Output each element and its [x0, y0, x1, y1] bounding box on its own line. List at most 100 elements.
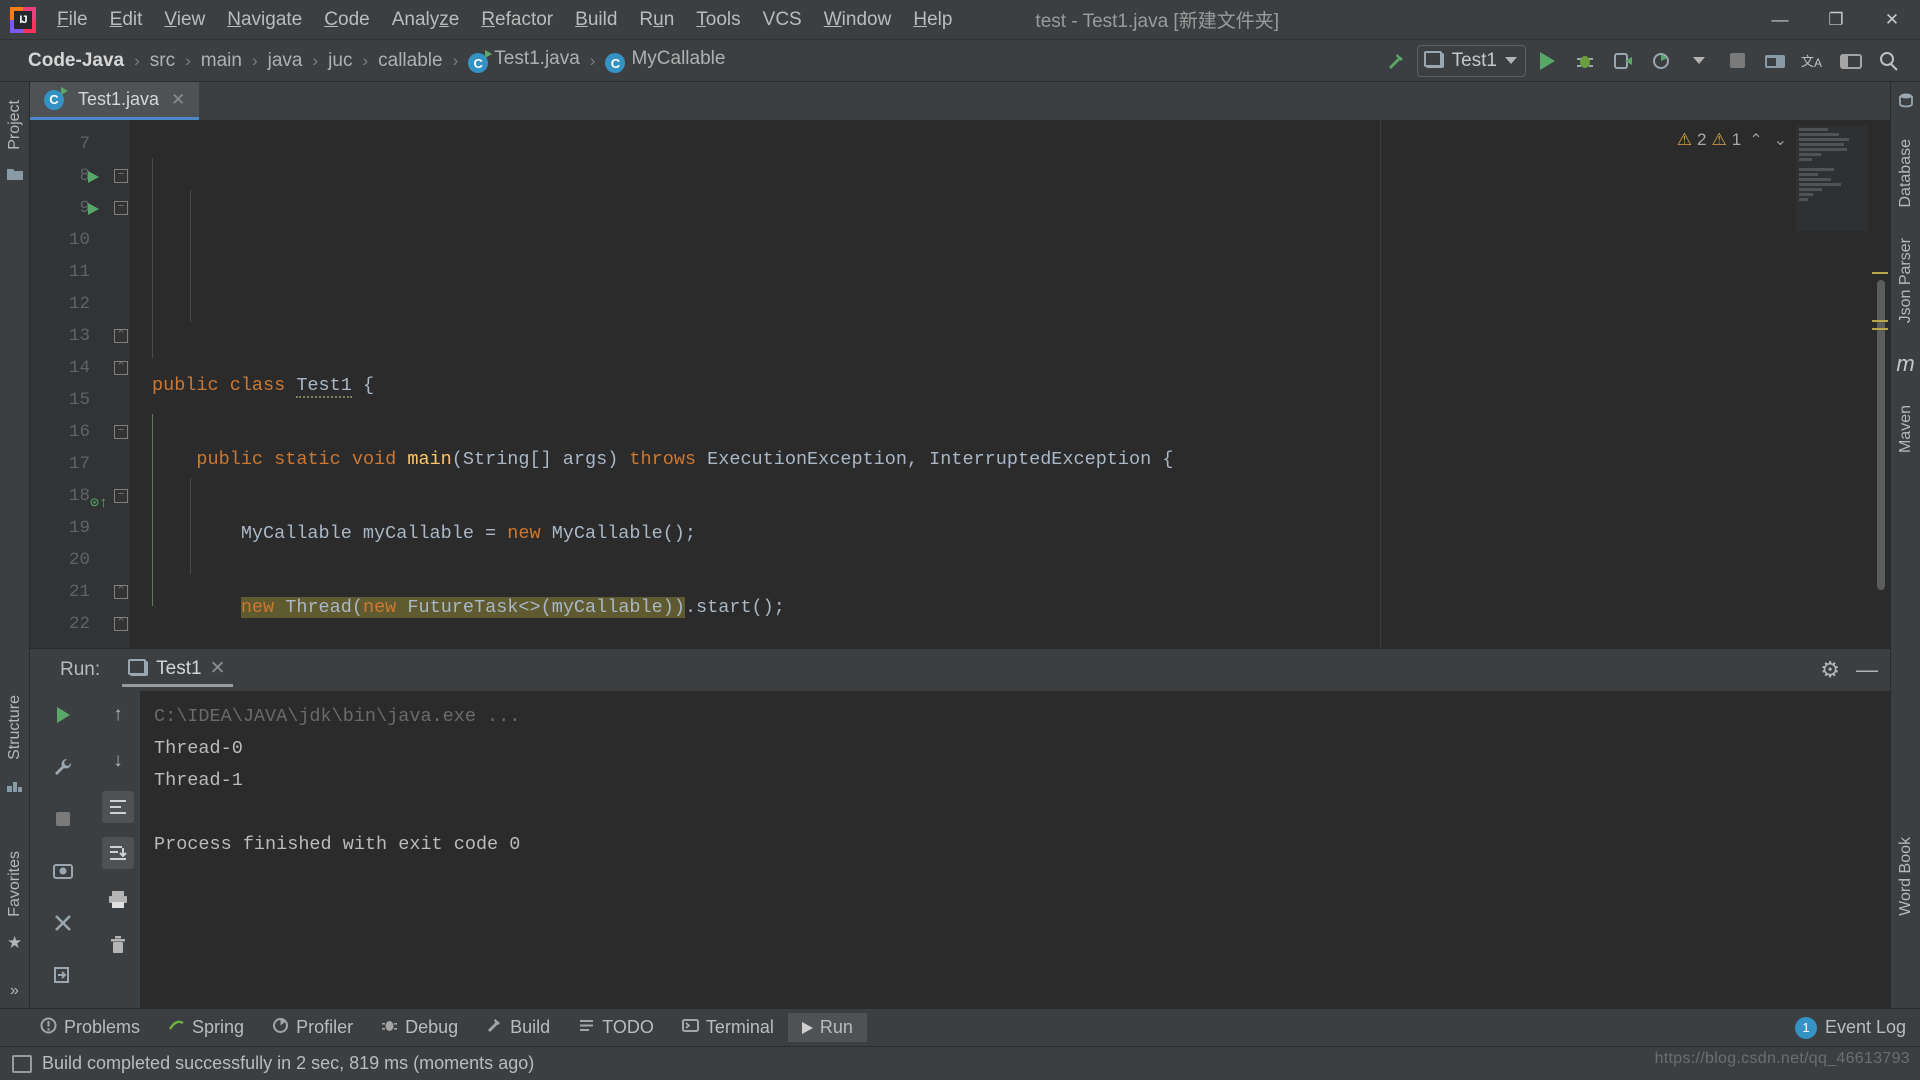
breadcrumb-item-java[interactable]: java [266, 48, 305, 74]
tool-todo[interactable]: TODO [564, 1013, 668, 1043]
sidebar-item-structure[interactable]: Structure [3, 687, 27, 768]
tool-terminal[interactable]: Terminal [668, 1013, 788, 1043]
close-icon[interactable]: ✕ [210, 657, 226, 680]
svg-text:文: 文 [1801, 54, 1814, 69]
sidebar-item-database[interactable]: Database [1894, 131, 1918, 216]
fold-icon[interactable]: − [114, 169, 128, 183]
stop-button[interactable] [47, 803, 79, 835]
menu-help[interactable]: Help [902, 6, 963, 33]
close-x-icon[interactable] [47, 907, 79, 939]
run-button[interactable] [1530, 44, 1564, 78]
editor-tab-test1[interactable]: C Test1.java ✕ [30, 82, 200, 120]
editor-scrollbar[interactable] [1868, 120, 1890, 648]
gutter-line: 13 ⌃ [30, 320, 130, 352]
breadcrumb-item-src[interactable]: src [148, 48, 177, 74]
menu-vcs[interactable]: VCS [752, 6, 813, 33]
fold-icon[interactable]: − [114, 489, 128, 503]
gutter-run-icon[interactable] [88, 171, 99, 183]
run-configuration-selector[interactable]: Test1 [1416, 44, 1526, 77]
gutter-line: 8− [30, 160, 130, 192]
run-tab-test1[interactable]: Test1 ✕ [122, 653, 234, 687]
scrollbar-thumb[interactable] [1877, 280, 1885, 590]
screenshot-icon[interactable] [47, 855, 79, 887]
tool-profiler[interactable]: Profiler [258, 1013, 367, 1043]
up-arrow-icon[interactable]: ↑ [102, 699, 134, 731]
menu-navigate[interactable]: Navigate [216, 6, 313, 33]
menu-run[interactable]: Run [628, 6, 685, 33]
sidebar-item-favorites[interactable]: Favorites [3, 843, 27, 925]
code-editor[interactable]: 7 8− 9− 10 11 12 13 ⌃ 14 ⌃ 15 16− 17 18 ⊙↑ −… [30, 120, 1890, 648]
breadcrumb-item-main[interactable]: main [199, 48, 244, 74]
profile-button[interactable] [1644, 44, 1678, 78]
minimize-button[interactable]: — [1752, 0, 1808, 40]
fold-icon[interactable]: ⌃ [114, 361, 128, 375]
console-line: Thread-1 [154, 770, 243, 791]
tool-run[interactable]: Run [787, 1013, 867, 1042]
sidebar-item-word-book[interactable]: Word Book [1894, 829, 1918, 924]
debug-button[interactable] [1568, 44, 1602, 78]
fold-icon[interactable]: ⌃ [114, 329, 128, 343]
tool-spring[interactable]: Spring [154, 1013, 258, 1043]
close-button[interactable]: ✕ [1864, 0, 1920, 40]
more-tool-windows-button[interactable]: » [7, 974, 22, 1008]
menu-code[interactable]: Code [313, 6, 380, 33]
next-problem-icon[interactable]: ⌄ [1771, 130, 1790, 150]
breadcrumb-item-file[interactable]: C Test1.java [466, 46, 582, 76]
breadcrumb-item-class[interactable]: C MyCallable [603, 46, 727, 76]
gear-icon[interactable]: ⚙ [1820, 657, 1840, 683]
build-hammer-icon[interactable] [1379, 44, 1413, 78]
tool-problems[interactable]: Problems [26, 1013, 154, 1043]
layout-icon[interactable] [1834, 44, 1868, 78]
editor-minimap[interactable] [1796, 126, 1868, 231]
print-icon[interactable] [102, 883, 134, 915]
search-everywhere-icon[interactable] [1872, 44, 1906, 78]
wrench-icon[interactable] [47, 751, 79, 783]
maximize-button[interactable]: ❐ [1808, 0, 1864, 40]
menu-view[interactable]: View [153, 6, 216, 33]
menu-build[interactable]: Build [564, 6, 628, 33]
event-log-label[interactable]: Event Log [1825, 1017, 1906, 1038]
tool-debug[interactable]: Debug [367, 1013, 472, 1043]
menu-edit[interactable]: Edit [99, 6, 154, 33]
soft-wrap-icon[interactable] [102, 791, 134, 823]
menu-tools[interactable]: Tools [685, 6, 751, 33]
menu-window[interactable]: Window [813, 6, 903, 33]
tool-build[interactable]: Build [472, 1013, 564, 1043]
updates-button[interactable] [1758, 44, 1792, 78]
menu-refactor[interactable]: Refactor [470, 6, 564, 33]
stop-button[interactable] [1720, 44, 1754, 78]
gutter-run-icon[interactable] [88, 203, 99, 215]
sidebar-item-json-parser[interactable]: Json Parser [1894, 230, 1918, 331]
run-with-coverage-button[interactable] [1606, 44, 1640, 78]
favorites-star-icon: ★ [7, 933, 23, 952]
editor-gutter[interactable]: 7 8− 9− 10 11 12 13 ⌃ 14 ⌃ 15 16− 17 18 ⊙↑ −… [30, 120, 130, 648]
breadcrumb-item-juc[interactable]: juc [326, 48, 354, 74]
fold-icon[interactable]: − [114, 425, 128, 439]
console-output[interactable]: C:\IDEA\JAVA\jdk\bin\java.exe ... Thread… [140, 691, 1890, 1008]
trash-icon[interactable] [102, 929, 134, 961]
menu-analyze[interactable]: Analyze [381, 6, 471, 33]
rerun-button[interactable] [47, 699, 79, 731]
profile-dropdown-icon[interactable] [1682, 44, 1716, 78]
fold-icon[interactable]: − [114, 201, 128, 215]
window-title: test - Test1.java [新建文件夹] [1035, 11, 1279, 32]
sidebar-item-project[interactable]: Project [3, 92, 27, 158]
down-arrow-icon[interactable]: ↓ [102, 745, 134, 777]
inspection-widget[interactable]: ⚠ 2 ⚠ 1 ⌃ ⌄ [1677, 130, 1790, 150]
pin-icon[interactable] [47, 959, 79, 991]
breadcrumb-item-callable[interactable]: callable [376, 48, 444, 74]
close-icon[interactable]: ✕ [171, 90, 185, 110]
fold-icon[interactable]: ⌃ [114, 617, 128, 631]
gutter-line: 22 ⌃ [30, 608, 130, 640]
translate-icon[interactable]: 文A [1796, 44, 1830, 78]
minimize-icon[interactable]: — [1856, 657, 1878, 683]
previous-problem-icon[interactable]: ⌃ [1746, 130, 1765, 150]
fold-icon[interactable]: ⌃ [114, 585, 128, 599]
run-icon [1539, 51, 1555, 70]
left-tool-window-bar: Project Structure Favorites ★ » [0, 82, 30, 1008]
code-text-area[interactable]: public class Test1 { public static void … [130, 120, 1890, 648]
scroll-to-end-icon[interactable] [102, 837, 134, 869]
sidebar-item-maven[interactable]: Maven [1894, 397, 1918, 461]
breadcrumb-item-project[interactable]: Code-Java [26, 48, 126, 74]
menu-file[interactable]: FFileile [46, 6, 99, 33]
